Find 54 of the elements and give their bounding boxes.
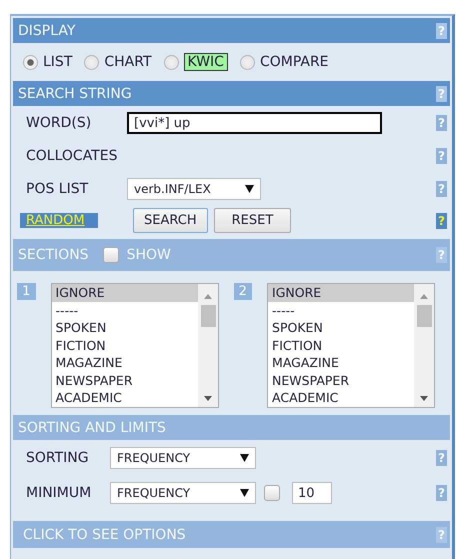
list-option[interactable]: -----: [268, 302, 414, 319]
list-option[interactable]: SPOKEN: [268, 319, 414, 336]
section-title: SORTING AND LIMITS: [18, 420, 166, 436]
caret-icon: [240, 454, 249, 462]
scrollbar[interactable]: [414, 284, 434, 407]
list-option[interactable]: NEWSPAPER: [52, 372, 198, 389]
list-option[interactable]: MAGAZINE: [52, 354, 198, 372]
minimum-checkbox[interactable]: [264, 485, 280, 501]
list-option[interactable]: FICTION: [268, 336, 414, 354]
list-option[interactable]: -----: [52, 302, 198, 319]
list-option[interactable]: NEWSPAPER: [268, 372, 414, 389]
show-checkbox[interactable]: [102, 247, 119, 263]
section-title: SECTIONS: [18, 247, 89, 263]
list-option[interactable]: SPOKEN: [52, 319, 198, 336]
caret-icon: [240, 489, 249, 497]
list-option[interactable]: IGNORE: [268, 284, 414, 302]
section-listbox[interactable]: IGNORE ----- SPOKEN FICTION MAGAZINE NEWSPAPER ACADEMIC: [50, 283, 218, 408]
radio-button[interactable]: [84, 54, 100, 70]
radio-label[interactable]: COMPARE: [260, 54, 329, 70]
radio-button[interactable]: [240, 54, 255, 70]
select-value: verb.INF/LEX: [134, 182, 211, 196]
field-label: WORD(S): [25, 115, 92, 131]
radio-button[interactable]: [23, 54, 38, 70]
list-option[interactable]: ACADEMIC: [52, 389, 198, 406]
select-value: FREQUENCY: [117, 451, 190, 465]
section-title: SEARCH STRING: [18, 86, 132, 102]
field-label: POS LIST: [25, 181, 90, 197]
radio-label[interactable]: KWIC: [184, 53, 228, 71]
form-button[interactable]: SEARCH: [133, 208, 208, 233]
radio-label[interactable]: LIST: [43, 54, 72, 70]
field-label: COLLOCATES: [25, 148, 118, 164]
checkbox-label: SHOW: [126, 247, 171, 263]
list-option[interactable]: FICTION: [52, 336, 198, 354]
section-title: CLICK TO SEE OPTIONS: [23, 526, 186, 542]
list-option[interactable]: IGNORE: [52, 284, 198, 302]
sorting-select[interactable]: FREQUENCY: [110, 447, 256, 469]
section-listbox[interactable]: IGNORE ----- SPOKEN FICTION MAGAZINE NEWSPAPER ACADEMIC: [267, 283, 435, 408]
list-option[interactable]: MAGAZINE: [268, 354, 414, 372]
scrollbar[interactable]: [198, 284, 218, 407]
section-title: DISPLAY: [18, 22, 76, 38]
radio-label[interactable]: CHART: [104, 54, 152, 70]
form-button[interactable]: RESET: [214, 208, 292, 233]
field-label: MINIMUM: [25, 485, 92, 501]
minimum-select[interactable]: FREQUENCY: [110, 482, 256, 504]
radio-button[interactable]: [164, 54, 179, 70]
minimum-input[interactable]: 10: [292, 482, 332, 504]
pos-select[interactable]: verb.INF/LEX: [127, 178, 261, 200]
list-number: 1: [17, 283, 36, 300]
list-number: 2: [234, 283, 252, 300]
list-option[interactable]: ACADEMIC: [268, 389, 414, 406]
field-label: SORTING: [25, 450, 90, 466]
caret-icon: [245, 185, 254, 193]
select-value: FREQUENCY: [117, 486, 190, 500]
word-input[interactable]: [vvi*] up: [127, 112, 382, 134]
